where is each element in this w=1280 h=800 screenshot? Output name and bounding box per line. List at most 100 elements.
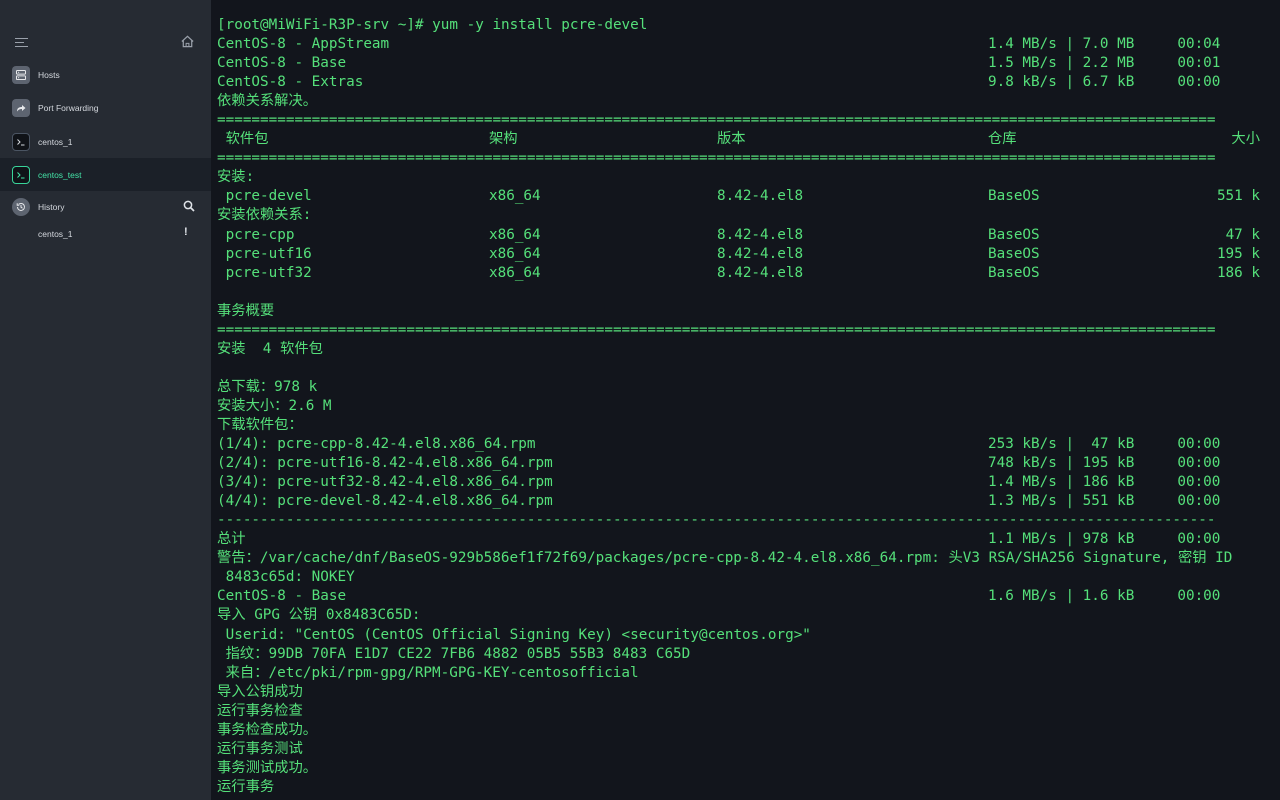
terminal-line: 软件包 架构 版本 仓库 大小 [217, 130, 1260, 149]
terminal-line-text: 依赖关系解决。 [217, 93, 318, 110]
terminal-line: ========================================… [217, 321, 1232, 340]
terminal-line: CentOS-8 - AppStream 1.4 MB/s | 7.0 MB 00… [217, 35, 1232, 54]
history-item-centos-1[interactable]: centos_1 [0, 217, 211, 250]
terminal-line: 运行事务 [217, 778, 1232, 797]
terminal-column-c1: x86_64 [489, 226, 541, 243]
terminal-line: CentOS-8 - Base 1.5 MB/s | 2.2 MB 00:01 [217, 54, 1232, 73]
terminal-icon [12, 165, 30, 184]
terminal-column-c2: 8.42-4.el8 [717, 188, 804, 205]
terminal-line-text: 指纹：99DB 70FA E1D7 CE22 7FB6 4882 05B5 55… [217, 645, 691, 662]
terminal-line: 安装 4 软件包 [217, 340, 1232, 359]
history-icon [12, 197, 30, 216]
terminal-line: ----------------------------------------… [217, 511, 1232, 530]
terminal-transfer-stats: 9.8 kB/s | 6.7 kB 00:00 [988, 74, 1221, 91]
terminal-column-c3: BaseOS [988, 245, 1040, 262]
terminal-line-text: 安装依赖关系: [217, 207, 312, 224]
sidebar-header [0, 0, 211, 57]
terminal-line: pcre-utf32 x86_64 8.42-4.el8 BaseOS 186 k [217, 264, 1260, 283]
terminal-line-text: 警告：/var/cache/dnf/BaseOS-929b586ef1f72f6… [217, 550, 1233, 567]
terminal-column-size: 47 k [1225, 226, 1260, 243]
terminal-line-text: ========================================… [217, 150, 1216, 167]
terminal-line-text: (2/4): pcre-utf16-8.42-4.el8.x86_64.rpm [217, 455, 553, 472]
terminal-line: Userid: "CentOS (CentOS Official Signing… [217, 626, 1232, 645]
terminal-line-text: pcre-utf32 [217, 264, 312, 281]
terminal-column-size: 195 k [1216, 245, 1260, 262]
terminal-line: 安装大小：2.6 M [217, 397, 1232, 416]
terminal-transfer-stats: 1.4 MB/s | 7.0 MB 00:04 [988, 36, 1221, 53]
terminal-line-text: 导入公钥成功 [217, 683, 303, 700]
terminal-line-text: 事务检查成功。 [217, 721, 318, 738]
terminal-line: 导入公钥成功 [217, 683, 1232, 702]
terminal-line: [root@MiWiFi-R3P-srv ~]# yum -y install … [217, 16, 1232, 35]
terminal-line-text: 事务概要 [217, 302, 275, 319]
terminal-line-text: ========================================… [217, 321, 1216, 338]
terminal-line: 下载软件包： [217, 416, 1232, 435]
forward-arrow-icon [12, 98, 30, 117]
terminal-line-text: 总计 [217, 531, 246, 548]
terminal-line: 警告：/var/cache/dnf/BaseOS-929b586ef1f72f6… [217, 549, 1232, 568]
sidebar-item-centos-1[interactable]: centos_1 [0, 125, 211, 158]
terminal-line-text: ----------------------------------------… [217, 512, 1216, 529]
terminal-line-text: 运行事务 [217, 778, 275, 795]
terminal-line-text: CentOS-8 - Extras [217, 74, 364, 91]
terminal-output[interactable]: [root@MiWiFi-R3P-srv ~]# yum -y install … [211, 0, 1280, 800]
terminal-line: 事务测试成功。 [217, 759, 1232, 778]
terminal-column-c1: x86_64 [489, 264, 541, 281]
sidebar-item-centos-test[interactable]: centos_test [0, 158, 211, 191]
terminal-transfer-stats: 1.1 MB/s | 978 kB 00:00 [988, 531, 1221, 548]
sidebar-item-label: History [38, 201, 65, 212]
terminal-line: 指纹：99DB 70FA E1D7 CE22 7FB6 4882 05B5 55… [217, 645, 1232, 664]
terminal-column-c3: BaseOS [988, 226, 1040, 243]
terminal-column-c2: 8.42-4.el8 [717, 245, 804, 262]
terminal-line: 事务检查成功。 [217, 721, 1232, 740]
terminal-column-c1: 架构 [489, 131, 518, 148]
terminal-line-text: 安装: [217, 169, 255, 186]
terminal-line-text: 下载软件包： [217, 416, 303, 433]
terminal-line-text: pcre-utf16 [217, 245, 312, 262]
sidebar: Hosts Port Forwarding centos_1 centos_te… [0, 0, 211, 800]
terminal-icon [12, 132, 30, 151]
terminal-transfer-stats: 1.6 MB/s | 1.6 kB 00:00 [988, 588, 1221, 605]
terminal-line-text: CentOS-8 - AppStream [217, 36, 390, 53]
terminal-column-c1: x86_64 [489, 245, 541, 262]
terminal-line: 总计 1.1 MB/s | 978 kB 00:00 [217, 530, 1232, 549]
terminal-line: (1/4): pcre-cpp-8.42-4.el8.x86_64.rpm 253… [217, 435, 1232, 454]
terminal-line-text: 安装 4 软件包 [217, 340, 323, 357]
terminal-lines: [root@MiWiFi-R3P-srv ~]# yum -y install … [217, 16, 1260, 797]
terminal-line: 导入 GPG 公钥 0x8483C65D: [217, 606, 1232, 625]
terminal-line: 来自：/etc/pki/rpm-gpg/RPM-GPG-KEY-centosof… [217, 664, 1232, 683]
terminal-column-c2: 8.42-4.el8 [717, 264, 804, 281]
terminal-line-text: pcre-cpp [217, 226, 295, 243]
terminal-line: ========================================… [217, 149, 1232, 168]
terminal-line-text: 事务测试成功。 [217, 759, 318, 776]
terminal-line: 安装: [217, 168, 1232, 187]
terminal-line-text: Userid: "CentOS (CentOS Official Signing… [217, 626, 811, 643]
terminal-line-text: (4/4): pcre-devel-8.42-4.el8.x86_64.rpm [217, 493, 553, 510]
terminal-line-text: 安装大小：2.6 M [217, 397, 332, 414]
terminal-column-c3: BaseOS [988, 188, 1040, 205]
terminal-line-text: 运行事务测试 [217, 740, 303, 757]
sidebar-item-port-forwarding[interactable]: Port Forwarding [0, 91, 211, 124]
terminal-transfer-stats: 253 kB/s | 47 kB 00:00 [988, 436, 1221, 453]
home-icon[interactable] [180, 34, 195, 49]
sidebar-item-label: centos_1 [38, 136, 73, 147]
terminal-column-size: 186 k [1216, 264, 1260, 281]
terminal-line: (4/4): pcre-devel-8.42-4.el8.x86_64.rpm 1… [217, 492, 1232, 511]
sidebar-item-hosts[interactable]: Hosts [0, 58, 211, 91]
terminal-line-text: 8483c65d: NOKEY [217, 569, 355, 586]
terminal-line-text: (1/4): pcre-cpp-8.42-4.el8.x86_64.rpm [217, 436, 536, 453]
server-icon [12, 65, 30, 84]
terminal-line: CentOS-8 - Extras 9.8 kB/s | 6.7 kB 00:00 [217, 73, 1232, 92]
search-icon[interactable] [183, 200, 195, 212]
sidebar-item-label: centos_test [38, 169, 82, 180]
terminal-line-text: 导入 GPG 公钥 0x8483C65D: [217, 607, 421, 624]
terminal-transfer-stats: 1.5 MB/s | 2.2 MB 00:01 [988, 55, 1221, 72]
terminal-line: CentOS-8 - Base 1.6 MB/s | 1.6 kB 00:00 [217, 587, 1232, 606]
menu-icon[interactable] [15, 38, 28, 48]
terminal-line: 8483c65d: NOKEY [217, 568, 1232, 587]
terminal-line-text: 软件包 [217, 131, 269, 148]
terminal-line: (2/4): pcre-utf16-8.42-4.el8.x86_64.rpm 7… [217, 454, 1232, 473]
terminal-line: 运行事务检查 [217, 702, 1232, 721]
